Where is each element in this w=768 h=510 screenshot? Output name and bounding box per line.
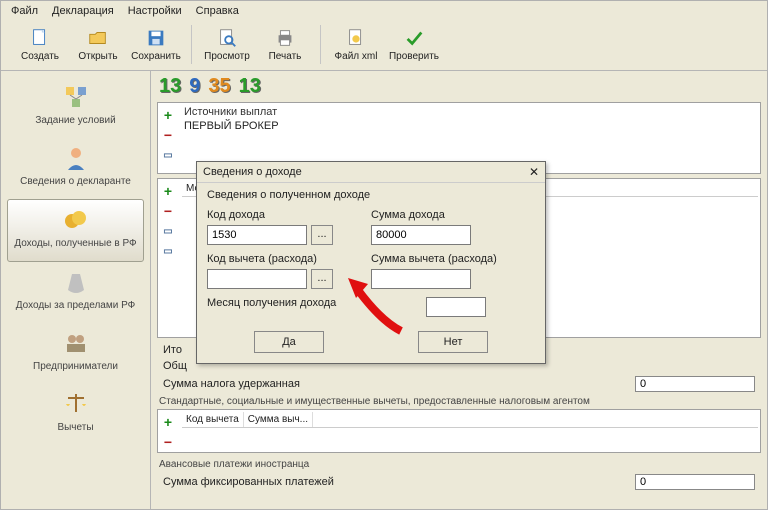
summary-obsh: Общ [163, 360, 187, 372]
check-button[interactable]: Проверить [385, 25, 443, 64]
ded-col-sum: Сумма выч... [244, 412, 313, 427]
add-source-button[interactable]: + [160, 107, 176, 123]
sidebar-item-income-rf[interactable]: Доходы, полученные в РФ [7, 199, 144, 262]
menu-declaration[interactable]: Декларация [46, 3, 120, 19]
tax-withheld-label: Сумма налога удержанная [163, 378, 300, 390]
deduction-code-input[interactable] [207, 269, 307, 289]
advance-label: Сумма фиксированных платежей [163, 476, 334, 488]
sidebar-item-declarant[interactable]: Сведения о декларанте [1, 138, 150, 199]
advance-input[interactable] [635, 474, 755, 490]
money-icon [62, 206, 90, 234]
rate-13b[interactable]: 13 [239, 75, 261, 98]
close-icon[interactable]: ✕ [529, 165, 539, 179]
sidebar-item-income-abroad[interactable]: Доходы за пределами РФ [1, 262, 150, 323]
advance-section-title: Авансовые платежи иностранца [151, 457, 767, 472]
scales-icon [62, 390, 90, 418]
menu-settings[interactable]: Настройки [122, 3, 188, 19]
menu-file[interactable]: Файл [5, 3, 44, 19]
toolbar: Создать Открыть Сохранить Просмотр Печат… [1, 21, 767, 71]
add-income-button[interactable]: + [160, 183, 176, 199]
save-button[interactable]: Сохранить [127, 25, 185, 64]
print-button[interactable]: Печать [256, 25, 314, 64]
new-file-icon [29, 27, 51, 49]
sidebar: Задание условий Сведения о декларанте До… [1, 71, 151, 510]
money-sack-icon [62, 268, 90, 296]
income-dialog: Сведения о доходе ✕ Сведения о полученно… [196, 161, 546, 364]
folder-open-icon [87, 27, 109, 49]
menu-bar: Файл Декларация Настройки Справка [1, 1, 767, 21]
income-code-picker[interactable]: ... [311, 225, 333, 245]
income-code-input[interactable] [207, 225, 307, 245]
deductions-section-title: Стандартные, социальные и имущественные … [151, 394, 767, 409]
print-icon [274, 27, 296, 49]
sidebar-item-deductions[interactable]: Вычеты [1, 384, 150, 445]
sidebar-item-task[interactable]: Задание условий [1, 77, 150, 138]
people-icon [62, 329, 90, 357]
no-button[interactable]: Нет [418, 331, 488, 353]
save-icon [145, 27, 167, 49]
task-icon [62, 83, 90, 111]
summary-ito: Ито [163, 344, 182, 356]
check-icon [403, 27, 425, 49]
edit-source-button[interactable]: ▭ [160, 147, 176, 163]
ded-col-code: Код вычета [182, 412, 244, 427]
preview-icon [216, 27, 238, 49]
income-code-label: Код дохода [207, 209, 371, 221]
preview-button[interactable]: Просмотр [198, 25, 256, 64]
income-sum-label: Сумма дохода [371, 209, 535, 221]
dialog-title: Сведения о доходе [203, 166, 302, 178]
copy-income-button[interactable]: ▭ [160, 243, 176, 259]
deduction-sum-input[interactable] [371, 269, 471, 289]
filexml-button[interactable]: Файл xml [327, 25, 385, 64]
deduction-code-label: Код вычета (расхода) [207, 253, 371, 265]
rate-13a[interactable]: 13 [159, 75, 181, 98]
remove-income-button[interactable]: − [160, 203, 176, 219]
deduction-code-picker[interactable]: ... [311, 269, 333, 289]
rate-35[interactable]: 35 [208, 75, 230, 98]
remove-source-button[interactable]: − [160, 127, 176, 143]
deductions-panel: + − Код вычета Сумма выч... [157, 409, 761, 453]
source-row[interactable]: ПЕРВЫЙ БРОКЕР [182, 119, 758, 133]
dialog-subtitle: Сведения о полученном доходе [207, 189, 535, 201]
tax-withheld-input[interactable] [635, 376, 755, 392]
deduction-sum-label: Сумма вычета (расхода) [371, 253, 535, 265]
income-sum-input[interactable] [371, 225, 471, 245]
add-deduction-button[interactable]: + [160, 414, 176, 430]
open-button[interactable]: Открыть [69, 25, 127, 64]
xml-file-icon [345, 27, 367, 49]
month-input[interactable] [426, 297, 486, 317]
rate-9[interactable]: 9 [189, 75, 200, 98]
sources-header: Источники выплат [182, 105, 758, 119]
edit-income-button[interactable]: ▭ [160, 223, 176, 239]
person-icon [62, 144, 90, 172]
rate-tabs: 13 9 35 13 [151, 71, 767, 102]
yes-button[interactable]: Да [254, 331, 324, 353]
sidebar-item-entrepreneurs[interactable]: Предприниматели [1, 323, 150, 384]
month-label: Месяц получения дохода [207, 297, 426, 309]
menu-help[interactable]: Справка [190, 3, 245, 19]
remove-deduction-button[interactable]: − [160, 434, 176, 450]
create-button[interactable]: Создать [11, 25, 69, 64]
